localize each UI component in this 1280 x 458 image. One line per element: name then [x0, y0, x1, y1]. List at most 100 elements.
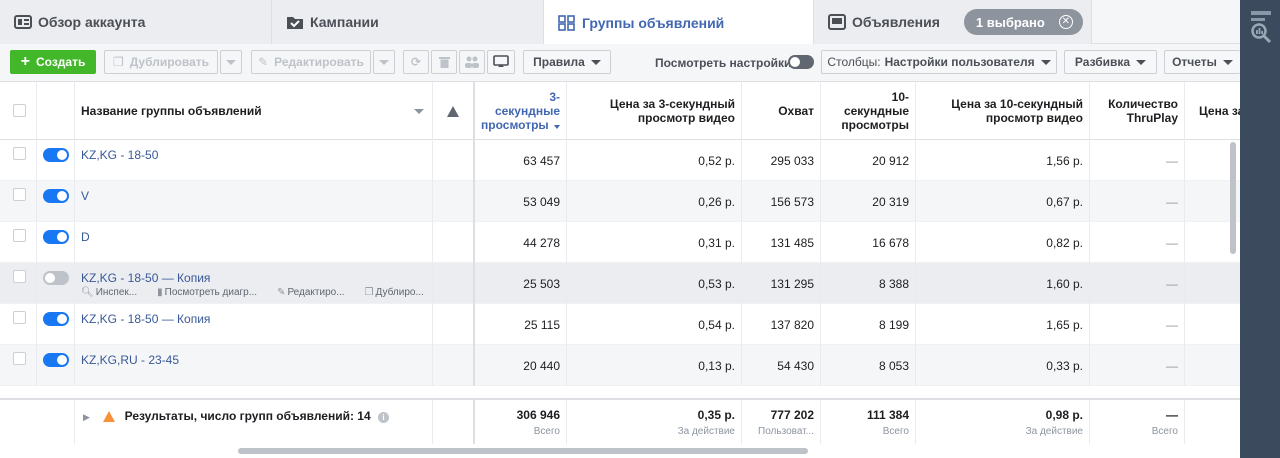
bar-chart-icon: ▮ [157, 287, 163, 298]
cell-reach: 54 430 [742, 345, 821, 386]
cell-cost10-value: 1,65 р. [1046, 317, 1083, 332]
cost10-column-header[interactable]: Цена за 10-секундный просмотр видео [916, 82, 1090, 140]
thruplay-column-header[interactable]: Количество ThruPlay [1090, 82, 1185, 140]
row-checkbox[interactable] [13, 229, 26, 242]
row-action-search[interactable]: 🔍︎ Инспек... [81, 287, 147, 298]
reports-button[interactable]: Отчеты [1164, 50, 1240, 74]
ad-set-name-link[interactable]: D [81, 230, 90, 244]
row-checkbox[interactable] [13, 311, 26, 324]
horizontal-scrollbar[interactable] [0, 444, 1240, 458]
name-column-header[interactable]: Название группы объявлений [75, 82, 433, 140]
row-action-bar-chart[interactable]: ▮ Посмотреть диагр... [157, 287, 267, 298]
ad-set-toggle[interactable] [43, 148, 69, 162]
table-row[interactable]: KZ,KG - 18-50 — Копия 25 115 0,54 р. 137 82… [0, 304, 1240, 345]
table-row[interactable]: V 53 049 0,26 р. 156 573 20 319 0,67 р. — [0, 181, 1240, 222]
cost3-column-header[interactable]: Цена за 3-секундный просмотр видео [567, 82, 742, 140]
select-all-checkbox[interactable] [13, 104, 26, 117]
cell-cost10: 1,60 р. [916, 263, 1090, 304]
scrollbar-thumb[interactable] [238, 448, 808, 454]
expand-chevron-icon[interactable]: ▶ [83, 412, 90, 422]
views10-column-header[interactable]: 10- секундные просмотры [821, 82, 916, 140]
ad-set-name-link[interactable]: V [81, 189, 89, 203]
table-row[interactable]: KZ,KG - 18-50 63 457 0,52 р. 295 033 20 912 1… [0, 140, 1240, 181]
cell-cost3: 0,31 р. [567, 222, 742, 263]
row-action-duplicate[interactable]: ❐ Дублиро... [365, 287, 434, 298]
rules-button[interactable]: Правила [523, 50, 611, 74]
ad-set-name[interactable]: V [75, 181, 433, 222]
edit-button[interactable]: ✎ Редактировать [251, 50, 371, 74]
views3-column-header[interactable]: 3- секундные просмотры [476, 82, 567, 140]
row-action-pencil[interactable]: ✎ Редактиро... [277, 287, 354, 298]
warning-icon [103, 411, 116, 423]
summary-label-cell[interactable]: ▶ Результаты, число групп объявлений: 14… [75, 400, 433, 444]
cell-reach-value: 137 820 [770, 317, 814, 332]
ad-set-name-link[interactable]: KZ,KG,RU - 23-45 [81, 353, 179, 367]
cell-views3-value: 44 278 [523, 235, 560, 250]
cell-cost-thruplay [1185, 345, 1240, 386]
ad-set-name[interactable]: KZ,KG - 18-50 [75, 140, 433, 181]
tab-ads[interactable]: Объявления 1 выбрано ✕ [814, 0, 1092, 44]
vertical-scrollbar[interactable] [1230, 142, 1236, 254]
summary-row: ▶ Результаты, число групп объявлений: 14… [0, 398, 1240, 444]
trash-icon[interactable] [431, 50, 457, 74]
breakdown-button[interactable]: Разбивка [1064, 50, 1157, 74]
chevron-down-icon [1040, 59, 1051, 65]
campaigns-icon [286, 14, 304, 30]
ad-set-toggle[interactable] [43, 353, 69, 367]
cell-thruplay: — [1090, 345, 1185, 386]
tab-label: Группы объявлений [582, 14, 725, 31]
clear-selection-icon[interactable]: ✕ [1058, 15, 1073, 29]
cell-thruplay: — [1090, 140, 1185, 181]
ad-set-name-link[interactable]: KZ,KG - 18-50 [81, 148, 158, 162]
summary-cost10-label: За действие [1025, 426, 1083, 437]
thruplay-header-line2: ThruPlay [1126, 111, 1178, 125]
selected-badge-label: 1 выбрано [975, 14, 1045, 30]
ad-set-toggle[interactable] [43, 271, 69, 285]
views10-header-line2: секундные [843, 104, 909, 118]
columns-value: Настройки пользователя [884, 55, 1035, 69]
duplicate-dropdown[interactable] [220, 50, 242, 74]
row-toggle-cell [37, 263, 75, 304]
cell-views10: 20 319 [821, 181, 916, 222]
row-checkbox[interactable] [13, 270, 26, 283]
ad-set-name[interactable]: D [75, 222, 433, 263]
search-analytics-icon[interactable] [1250, 22, 1272, 44]
ad-set-toggle[interactable] [43, 312, 69, 326]
reach-column-header[interactable]: Охват [742, 82, 821, 140]
row-toggle-cell [37, 304, 75, 345]
columns-button[interactable]: Столбцы: Настройки пользователя [821, 50, 1057, 74]
columns-prefix: Столбцы: [827, 55, 881, 69]
tab-campaigns[interactable]: Кампании [272, 0, 544, 44]
refresh-icon[interactable]: ⟳ [403, 50, 429, 74]
tab-ad-sets[interactable]: Группы объявлений [544, 0, 814, 45]
tab-account-overview[interactable]: Обзор аккаунта [0, 0, 272, 44]
cost10-header-line1: Цена за 10-секундный [951, 97, 1083, 111]
row-checkbox[interactable] [13, 147, 26, 160]
create-button[interactable]: + Создать [10, 50, 96, 74]
table-row[interactable]: D 44 278 0,31 р. 131 485 16 678 0,82 р. — [0, 222, 1240, 263]
ad-set-name[interactable]: KZ,KG,RU - 23-45 [75, 345, 433, 386]
audience-icon[interactable] [459, 50, 485, 74]
row-checkbox[interactable] [13, 188, 26, 201]
delivery-warning-header[interactable] [433, 82, 475, 140]
table-row[interactable]: KZ,KG,RU - 23-45 20 440 0,13 р. 54 430 8 053… [0, 345, 1240, 386]
ad-set-name[interactable]: KZ,KG - 18-50 — Копия [75, 304, 433, 345]
duplicate-button[interactable]: ❐ Дублировать [104, 50, 218, 74]
view-settings-toggle[interactable] [788, 55, 814, 69]
ad-set-name-link[interactable]: KZ,KG - 18-50 — Копия [81, 312, 210, 326]
cost-thruplay-column-header[interactable]: Цена за [1185, 82, 1240, 140]
table-row[interactable]: KZ,KG - 18-50 — Копия 25 503 0,53 р. 131 29… [0, 263, 1240, 304]
ad-set-toggle[interactable] [43, 230, 69, 244]
sort-caret-icon[interactable] [414, 108, 424, 114]
row-checkbox[interactable] [13, 352, 26, 365]
edit-dropdown[interactable] [373, 50, 395, 74]
ad-set-toggle[interactable] [43, 189, 69, 203]
info-icon[interactable]: i [378, 412, 389, 423]
cost3-header-line2: просмотр видео [637, 111, 735, 125]
selected-badge[interactable]: 1 выбрано ✕ [963, 9, 1083, 35]
ad-set-name-link[interactable]: KZ,KG - 18-50 — Копия [81, 271, 210, 285]
summary-spacer [0, 400, 75, 444]
cell-views10: 8 388 [821, 263, 916, 304]
preview-icon[interactable] [487, 50, 515, 74]
cell-cost10: 1,56 р. [916, 140, 1090, 181]
